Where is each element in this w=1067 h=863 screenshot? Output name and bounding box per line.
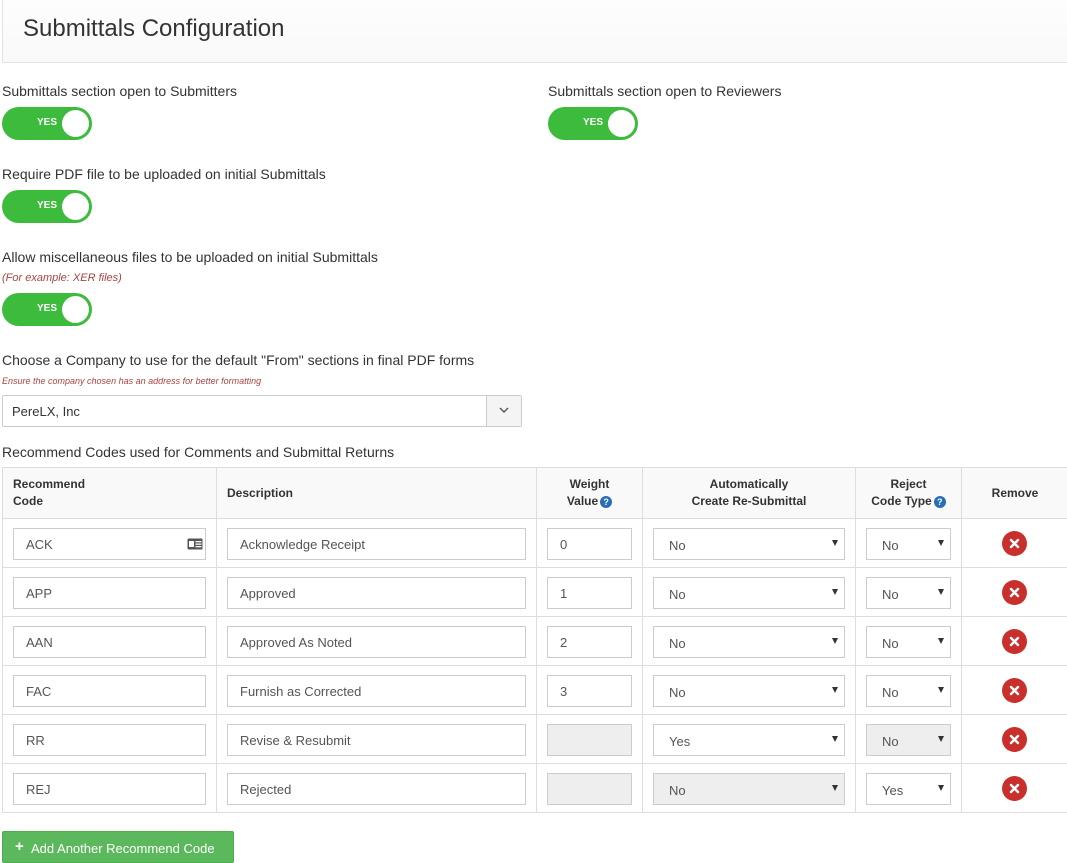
code-input[interactable]: FAC [13, 675, 206, 707]
toggle-state: YES [37, 117, 58, 128]
caret-down-icon [832, 540, 838, 546]
company-label: Choose a Company to use for the default … [2, 352, 475, 368]
allow-misc-label: Allow miscellaneous files to be uploaded… [2, 249, 378, 265]
times-circle-icon[interactable] [1002, 727, 1027, 752]
weight-input[interactable]: 1 [547, 577, 632, 609]
caret-down-icon [832, 736, 838, 742]
page-title: Submittals Configuration [23, 15, 285, 42]
company-select-value: PereLX, Inc [12, 404, 80, 419]
add-recommend-code-button[interactable]: + Add Another Recommend Code [2, 831, 234, 863]
toggle-knob [62, 110, 89, 137]
caret-down-icon [832, 589, 838, 595]
reject-type-select[interactable]: No [866, 675, 951, 707]
open-to-submitters-toggle[interactable]: YES [2, 107, 92, 140]
description-input[interactable]: Approved As Noted [227, 626, 526, 658]
times-circle-icon[interactable] [1002, 678, 1027, 703]
header-description: Description [216, 467, 537, 519]
codes-section-label: Recommend Codes used for Comments and Su… [2, 444, 395, 460]
toggle-knob [62, 296, 89, 323]
caret-down-icon [832, 687, 838, 693]
description-input[interactable]: Acknowledge Receipt [227, 528, 526, 560]
toggle-state: YES [37, 303, 58, 314]
description-input[interactable]: Revise & Resubmit [227, 724, 526, 756]
times-circle-icon[interactable] [1002, 629, 1027, 654]
question-circle-icon[interactable]: ? [600, 495, 613, 508]
code-input[interactable]: REJ [13, 773, 206, 805]
reject-type-select[interactable]: No [866, 577, 951, 609]
require-pdf-toggle[interactable]: YES [2, 190, 92, 223]
code-input[interactable]: RR [13, 724, 206, 756]
contact-card-icon [187, 538, 203, 550]
page-header: Submittals Configuration [2, 0, 1067, 63]
toggle-knob [62, 193, 89, 220]
require-pdf-label: Require PDF file to be uploaded on initi… [2, 166, 326, 182]
table-row: AAN Approved As Noted 2 No No [2, 616, 1067, 666]
plus-icon: + [15, 838, 24, 855]
table-header-row: Recommend Code Description Weight Value?… [2, 467, 1067, 519]
header-weight-value: Weight Value? [536, 467, 643, 519]
recommend-codes-table: Recommend Code Description Weight Value?… [2, 467, 1067, 813]
weight-input[interactable]: 3 [547, 675, 632, 707]
caret-down-icon [938, 638, 944, 644]
reject-type-select[interactable]: No [866, 626, 951, 658]
toggle-state: YES [583, 117, 604, 128]
toggle-knob [608, 110, 635, 137]
table-row: RR Revise & Resubmit Yes No [2, 714, 1067, 764]
auto-resubmittal-select: No [653, 773, 845, 805]
allow-misc-toggle[interactable]: YES [2, 293, 92, 326]
auto-resubmittal-select[interactable]: No [653, 577, 845, 609]
auto-resubmittal-select[interactable]: Yes [653, 724, 845, 756]
reject-type-select[interactable]: No [866, 528, 951, 560]
chevron-down-icon [499, 407, 509, 413]
reject-type-select[interactable]: Yes [866, 773, 951, 805]
code-input[interactable]: AAN [13, 626, 206, 658]
header-auto-resubmittal: Automatically Create Re-Submittal [642, 467, 856, 519]
open-to-submitters-label: Submittals section open to Submitters [2, 83, 238, 99]
company-hint: Ensure the company chosen has an address… [2, 376, 262, 386]
toggle-state: YES [37, 200, 58, 211]
weight-input [547, 724, 632, 756]
caret-down-icon [832, 638, 838, 644]
auto-resubmittal-select[interactable]: No [653, 528, 845, 560]
weight-input[interactable]: 2 [547, 626, 632, 658]
weight-input [547, 773, 632, 805]
table-row: ACK Acknowledge Receipt 0 No No [2, 518, 1067, 568]
caret-down-icon [938, 785, 944, 791]
caret-down-icon [938, 540, 944, 546]
description-input[interactable]: Approved [227, 577, 526, 609]
auto-resubmittal-select[interactable]: No [653, 675, 845, 707]
description-input[interactable]: Rejected [227, 773, 526, 805]
table-row: FAC Furnish as Corrected 3 No No [2, 665, 1067, 715]
times-circle-icon[interactable] [1002, 776, 1027, 801]
company-select-caret[interactable] [486, 396, 521, 426]
table-row: REJ Rejected No Yes [2, 763, 1067, 813]
header-recommend-code: Recommend Code [2, 467, 217, 519]
description-input[interactable]: Furnish as Corrected [227, 675, 526, 707]
allow-misc-hint: (For example: XER files) [2, 272, 122, 284]
code-input[interactable]: ACK [13, 528, 206, 560]
header-remove: Remove [961, 467, 1067, 519]
open-to-reviewers-toggle[interactable]: YES [548, 107, 638, 140]
caret-down-icon [832, 785, 838, 791]
code-input[interactable]: APP [13, 577, 206, 609]
times-circle-icon[interactable] [1002, 531, 1027, 556]
caret-down-icon [938, 736, 944, 742]
weight-input[interactable]: 0 [547, 528, 632, 560]
table-row: APP Approved 1 No No [2, 567, 1067, 617]
question-circle-icon[interactable]: ? [933, 495, 946, 508]
caret-down-icon [938, 687, 944, 693]
company-select[interactable]: PereLX, Inc [2, 395, 522, 427]
times-circle-icon[interactable] [1002, 580, 1027, 605]
reject-type-select: No [866, 724, 951, 756]
caret-down-icon [938, 589, 944, 595]
auto-resubmittal-select[interactable]: No [653, 626, 845, 658]
open-to-reviewers-label: Submittals section open to Reviewers [548, 83, 782, 99]
header-reject-code-type: Reject Code Type? [855, 467, 962, 519]
